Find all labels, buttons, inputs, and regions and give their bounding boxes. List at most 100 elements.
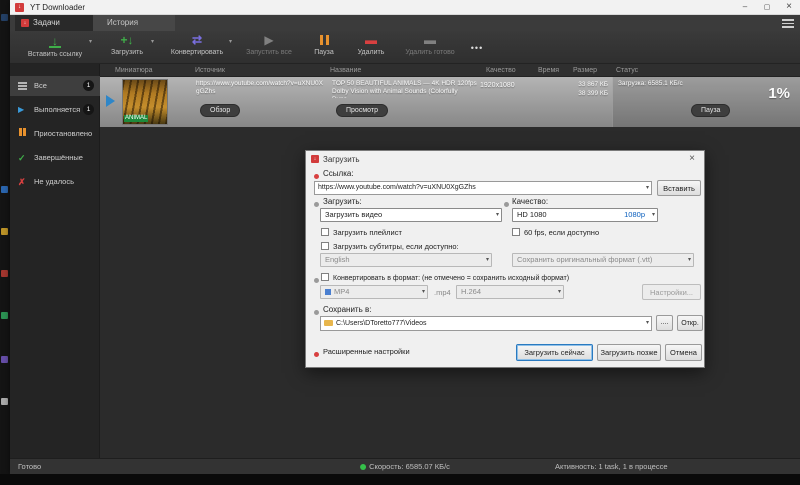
dialog-close-icon[interactable] (685, 151, 699, 167)
browse-button[interactable]: .... (656, 315, 673, 331)
status-activity: Активность: 1 task, 1 в процессе (555, 462, 668, 471)
chevron-down-icon[interactable] (646, 182, 649, 194)
desktop-icon (1, 14, 8, 21)
desktop-icon (1, 228, 8, 235)
size-downloaded: 33 867 КБ (578, 81, 608, 88)
status-speed: Скорость: 6585.07 КБ/с (360, 459, 450, 474)
download-mode-select[interactable]: Загрузить видео (320, 208, 502, 222)
task-source-url: https://www.youtube.com/watch?v=uXNU0XgG… (196, 80, 323, 95)
subtitles-language-select[interactable]: English (320, 253, 492, 267)
checkbox[interactable] (321, 273, 329, 281)
subtitles-format-select[interactable]: Сохранить оригинальный формат (.vtt) (512, 253, 694, 267)
delete-done-icon: ▬ (424, 33, 436, 47)
desktop-icon (1, 312, 8, 319)
dialog-icon: ↓ (311, 155, 319, 163)
preview-button[interactable]: Просмотр (336, 104, 388, 117)
playlist-label: Загрузить плейлист (333, 228, 402, 237)
sidebar-item-all[interactable]: Все 1 (10, 76, 100, 96)
pause-button[interactable]: Пауза (304, 32, 344, 62)
window-titlebar[interactable]: ↓ YT Downloader (10, 0, 800, 15)
save-path-value: C:\Users\DToretto777\Videos (336, 320, 427, 327)
sidebar-item-completed[interactable]: ✓ Завершённые (10, 148, 100, 168)
paste-button[interactable]: Вставить (657, 180, 701, 196)
link-input[interactable]: https://www.youtube.com/watch?v=uXNU0XgG… (314, 181, 652, 195)
chevron-down-icon[interactable] (229, 38, 232, 45)
playlist-checkbox[interactable]: Загрузить плейлист (321, 228, 402, 238)
download-mode-label: Загрузить: (323, 197, 362, 206)
sidebar-item-running[interactable]: ▶ Выполняется 1 (10, 100, 100, 120)
cancel-button[interactable]: Отмена (665, 344, 702, 361)
download-button[interactable]: +↓ Загрузить (98, 32, 156, 62)
close-button[interactable] (778, 0, 800, 15)
tab-bar: ↓ Задачи История (10, 15, 800, 31)
link-dot-icon (314, 174, 319, 179)
download-label: Загрузить (111, 49, 143, 56)
start-all-label: Запустить все (246, 49, 292, 56)
subtitles-format-value: Сохранить оригинальный формат (.vtt) (517, 255, 653, 264)
start-all-button[interactable]: ▶ Запустить все (238, 32, 300, 62)
subtitles-label: Загрузить субтитры, если доступно: (333, 242, 459, 251)
list-icon (18, 85, 27, 87)
delete-label: Удалить (357, 49, 385, 56)
window-title: YT Downloader (30, 3, 85, 12)
task-row[interactable]: ANIMAL https://www.youtube.com/watch?v=u… (100, 77, 800, 127)
column-time: Время (538, 67, 560, 74)
extension-label: .mp4 (434, 288, 451, 297)
column-size: Размер (573, 67, 598, 74)
toolbar: ↓ Вставить ссылку +↓ Загрузить ⇄ Конверт… (10, 31, 800, 64)
quality-select[interactable]: HD 1080 1080p (512, 208, 658, 222)
sidebar-item-failed[interactable]: ✗ Не удалось (10, 172, 100, 192)
checkbox[interactable] (512, 228, 520, 236)
desktop: ↓ YT Downloader ↓ Задачи История ↓ Встав… (0, 0, 800, 485)
dialog-title: Загрузить (323, 155, 360, 164)
download-dot-icon (314, 202, 319, 207)
chevron-down-icon[interactable] (151, 38, 154, 45)
paste-link-button[interactable]: ↓ Вставить ссылку (16, 32, 94, 62)
pause-icon (19, 124, 27, 144)
tab-history[interactable]: История (93, 15, 175, 31)
save-dot-icon (314, 310, 319, 315)
convert-button[interactable]: ⇄ Конвертировать (160, 32, 234, 62)
desktop-icon (1, 270, 8, 277)
codec-value: H.264 (461, 287, 482, 296)
list-header: Миниатюра Источник Название Качество Вре… (100, 64, 800, 77)
play-icon: ▶ (18, 105, 25, 114)
quality-value: HD 1080 (517, 210, 547, 219)
checkbox[interactable] (321, 228, 329, 236)
subtitles-checkbox[interactable]: Загрузить субтитры, если доступно: (321, 242, 459, 252)
settings-button[interactable]: Настройки... (642, 284, 701, 300)
row-pause-button[interactable]: Пауза (691, 104, 731, 117)
delete-done-label: Удалить готово (405, 49, 455, 56)
chevron-down-icon (496, 209, 499, 221)
maximize-button[interactable] (756, 0, 778, 15)
sidebar-item-label: Выполняется (34, 105, 81, 114)
codec-select[interactable]: H.264 (456, 285, 564, 299)
advanced-settings-link[interactable]: Расширенные настройки (323, 347, 410, 356)
delete-button[interactable]: ▬ Удалить (348, 32, 394, 62)
chevron-down-icon[interactable] (646, 317, 649, 329)
more-button[interactable] (466, 32, 488, 62)
download-later-button[interactable]: Загрузить позже (597, 344, 661, 361)
open-folder-button[interactable]: Откр. (677, 315, 703, 331)
fps-checkbox[interactable]: 60 fps, если доступно (512, 228, 599, 238)
task-sizes: 33 867 КБ 38 399 КБ (542, 81, 608, 98)
download-icon: +↓ (120, 33, 134, 47)
overview-button[interactable]: Обзор (200, 104, 241, 117)
sidebar-item-paused[interactable]: Приостановлено (10, 124, 100, 144)
chevron-down-icon (558, 286, 561, 298)
menu-icon[interactable] (782, 19, 794, 28)
link-label: Ссылка: (323, 169, 354, 178)
task-thumbnail[interactable]: ANIMAL (122, 79, 168, 125)
link-value: https://www.youtube.com/watch?v=uXNU0XgG… (318, 184, 476, 191)
chevron-down-icon[interactable] (89, 38, 92, 45)
minimize-button[interactable] (734, 0, 756, 15)
delete-done-button[interactable]: ▬ Удалить готово (398, 32, 462, 62)
download-now-button[interactable]: Загрузить сейчас (516, 344, 593, 361)
tab-tasks[interactable]: ↓ Задачи (15, 15, 93, 31)
save-path-input[interactable]: C:\Users\DToretto777\Videos (320, 316, 652, 331)
format-icon (325, 289, 331, 295)
subtitles-language-value: English (325, 255, 350, 264)
convert-checkbox[interactable]: Конвертировать в формат: (не отмечено = … (321, 273, 569, 284)
format-select[interactable]: MP4 (320, 285, 428, 299)
checkbox[interactable] (321, 242, 329, 250)
